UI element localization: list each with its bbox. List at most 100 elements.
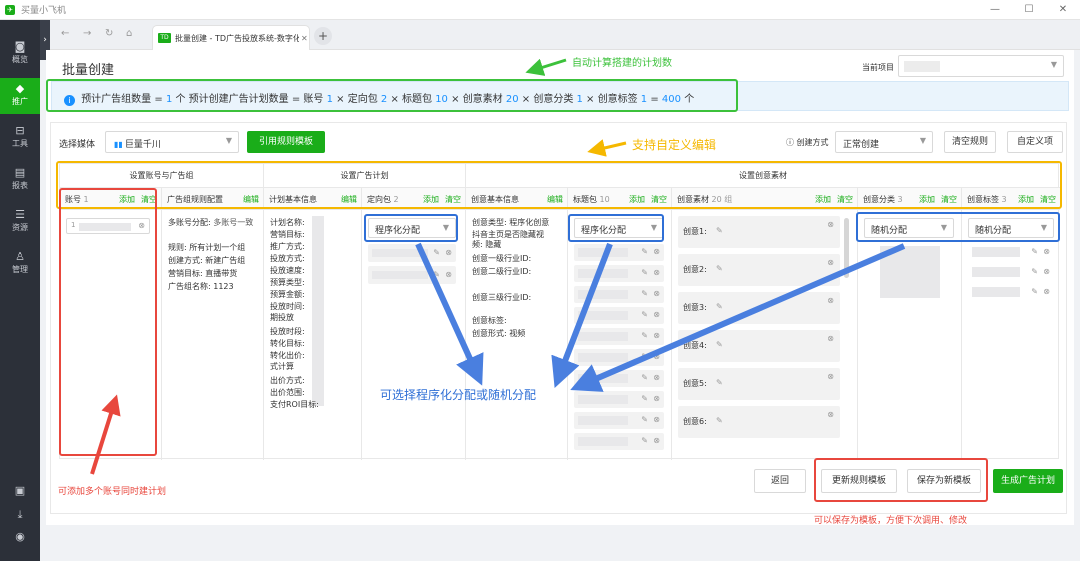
annotation-box-template-buttons	[814, 458, 988, 502]
material-item[interactable]: 创意6: ✎ ⊗	[678, 406, 840, 438]
edit-icon[interactable]: ✎	[716, 302, 723, 311]
edit-icon[interactable]: ✎	[641, 436, 648, 445]
title-item[interactable]: ✎ ⊗	[574, 391, 664, 408]
remove-icon[interactable]: ⊗	[653, 415, 660, 424]
edit-icon[interactable]: ✎	[641, 394, 648, 403]
plan-field-label: 转化目标:	[270, 339, 305, 348]
remove-icon[interactable]: ⊗	[1043, 267, 1050, 276]
tag-item[interactable]: ✎ ⊗	[968, 264, 1054, 280]
back-icon[interactable]: ←	[61, 28, 69, 39]
plan-field-label: 出价方式:	[270, 376, 305, 385]
sidebar-item-manage[interactable]: ♙ 管理	[0, 246, 40, 282]
sidebar-item-promotion[interactable]: ◆ 推广	[0, 78, 40, 114]
browser-tab[interactable]: TD 批量创建 - TD广告投放系统-数字化 ✕	[152, 25, 310, 50]
project-select[interactable]: ▼	[898, 55, 1064, 77]
edit-icon[interactable]: ✎	[1031, 287, 1038, 296]
edit-icon[interactable]: ✎	[641, 247, 648, 256]
edit-icon[interactable]: ✎	[641, 268, 648, 277]
edit-icon[interactable]: ✎	[716, 416, 723, 425]
tag-item[interactable]: ✎ ⊗	[968, 244, 1054, 260]
minimize-button[interactable]: —	[978, 0, 1012, 20]
remove-icon[interactable]: ⊗	[653, 394, 660, 403]
title-item[interactable]: ✎ ⊗	[574, 412, 664, 429]
create-mode-select[interactable]: 正常创建 ▼	[835, 131, 933, 153]
media-select[interactable]: ▮▮ 巨量千川 ▼	[105, 131, 239, 153]
remove-icon[interactable]: ⊗	[827, 334, 834, 343]
material-item[interactable]: 创意5: ✎ ⊗	[678, 368, 840, 400]
title-item[interactable]: ✎ ⊗	[574, 307, 664, 324]
device-icon[interactable]: ▣	[0, 484, 40, 497]
sidebar-item-reports[interactable]: ▤ 报表	[0, 162, 40, 198]
remove-icon[interactable]: ⊗	[653, 373, 660, 382]
forward-icon[interactable]: →	[83, 28, 91, 39]
sidebar-item-tools[interactable]: ⊟ 工具	[0, 120, 40, 156]
back-button[interactable]: 返回	[754, 469, 806, 493]
title-item[interactable]: ✎ ⊗	[574, 370, 664, 387]
material-item[interactable]: 创意1: ✎ ⊗	[678, 216, 840, 248]
annotation-multi-account: 可添加多个账号同时建计划	[58, 487, 167, 497]
remove-icon[interactable]: ⊗	[653, 352, 660, 361]
material-item[interactable]: 创意3: ✎ ⊗	[678, 292, 840, 324]
tab-close-icon[interactable]: ✕	[301, 34, 308, 43]
title-item[interactable]: ✎ ⊗	[574, 433, 664, 450]
remove-icon[interactable]: ⊗	[1043, 287, 1050, 296]
edit-icon[interactable]: ✎	[716, 378, 723, 387]
media-label: 选择媒体	[59, 140, 96, 150]
edit-icon[interactable]: ✎	[716, 340, 723, 349]
remove-icon[interactable]: ⊗	[653, 310, 660, 319]
edit-icon[interactable]: ✎	[641, 331, 648, 340]
clear-rules-button[interactable]: 清空规则	[944, 131, 996, 153]
remove-icon[interactable]: ⊗	[653, 436, 660, 445]
generate-plan-button[interactable]: 生成广告计划	[993, 469, 1063, 493]
account-icon[interactable]: ◉	[0, 530, 40, 543]
edit-icon[interactable]: ✎	[641, 289, 648, 298]
remove-icon[interactable]: ⊗	[653, 268, 660, 277]
material-scrollbar[interactable]	[844, 218, 849, 278]
reload-icon[interactable]: ↻	[105, 28, 113, 39]
edit-icon[interactable]: ✎	[1031, 247, 1038, 256]
remove-icon[interactable]: ⊗	[827, 258, 834, 267]
edit-icon[interactable]: ✎	[641, 373, 648, 382]
edit-icon[interactable]: ✎	[641, 415, 648, 424]
remove-icon[interactable]: ⊗	[653, 247, 660, 256]
home-icon[interactable]: ⌂	[126, 28, 132, 39]
edit-icon[interactable]: ✎	[433, 248, 440, 257]
edit-icon[interactable]: ✎	[1031, 267, 1038, 276]
remove-icon[interactable]: ⊗	[445, 248, 452, 257]
edit-icon[interactable]: ✎	[641, 310, 648, 319]
remove-icon[interactable]: ⊗	[1043, 247, 1050, 256]
remove-icon[interactable]: ⊗	[827, 220, 834, 229]
tag-item[interactable]: ✎ ⊗	[968, 284, 1054, 300]
title-item[interactable]: ✎ ⊗	[574, 265, 664, 282]
plan-field-label: 支付ROI目标:	[270, 400, 319, 409]
remove-icon[interactable]: ⊗	[445, 270, 452, 279]
remove-icon[interactable]: ⊗	[827, 372, 834, 381]
material-item[interactable]: 创意4: ✎ ⊗	[678, 330, 840, 362]
title-item[interactable]: ✎ ⊗	[574, 286, 664, 303]
title-item[interactable]: ✎ ⊗	[574, 244, 664, 261]
edit-icon[interactable]: ✎	[641, 352, 648, 361]
annotation-auto-count: 自动计算搭建的计划数	[572, 58, 672, 69]
download-icon[interactable]: ⤓	[0, 508, 40, 522]
custom-items-button[interactable]: 自定义项	[1007, 131, 1063, 153]
material-item[interactable]: 创意2: ✎ ⊗	[678, 254, 840, 286]
edit-icon[interactable]: ✎	[716, 226, 723, 235]
sidebar-item-overview[interactable]: ◙ 概览	[0, 36, 40, 72]
targeting-item[interactable]: ✎ ⊗	[368, 266, 456, 284]
targeting-item[interactable]: ✎ ⊗	[368, 244, 456, 262]
new-tab-button[interactable]: +	[314, 27, 332, 45]
maximize-button[interactable]: ☐	[1012, 0, 1046, 20]
title-item[interactable]: ✎ ⊗	[574, 349, 664, 366]
remove-icon[interactable]: ⊗	[827, 410, 834, 419]
remove-icon[interactable]: ⊗	[653, 331, 660, 340]
apply-template-button[interactable]: 引用规则模板	[247, 131, 325, 153]
remove-icon[interactable]: ⊗	[653, 289, 660, 298]
sidebar-item-resources[interactable]: ☰ 资源	[0, 204, 40, 240]
plan-field-label: 投放方式:	[270, 254, 305, 263]
edit-icon[interactable]: ✎	[433, 270, 440, 279]
edit-icon[interactable]: ✎	[716, 264, 723, 273]
material-label: 创意5:	[683, 379, 707, 388]
remove-icon[interactable]: ⊗	[827, 296, 834, 305]
title-item[interactable]: ✎ ⊗	[574, 328, 664, 345]
close-window-button[interactable]: ✕	[1046, 0, 1080, 20]
